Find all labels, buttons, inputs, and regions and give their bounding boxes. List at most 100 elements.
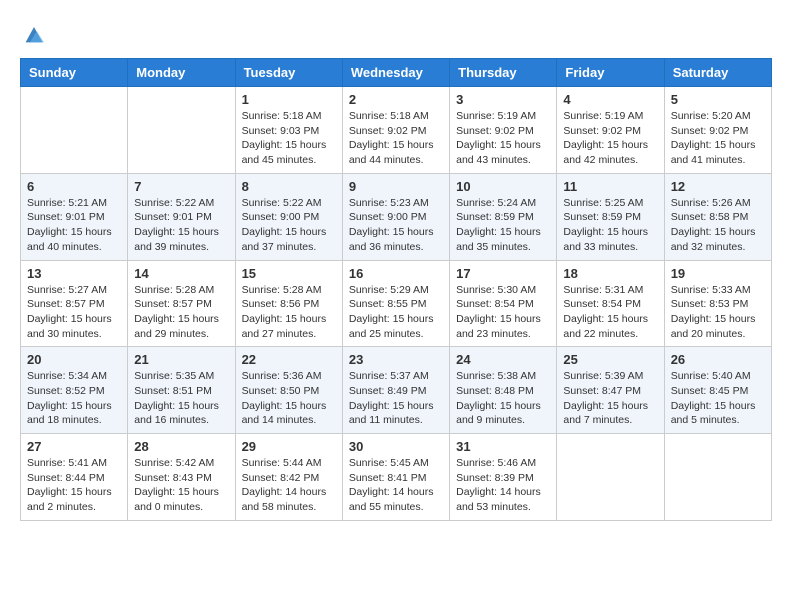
calendar-week-2: 6Sunrise: 5:21 AMSunset: 9:01 PMDaylight… — [21, 173, 772, 260]
day-number: 31 — [456, 439, 550, 454]
page-header — [20, 20, 772, 48]
day-info: Sunrise: 5:25 AMSunset: 8:59 PMDaylight:… — [563, 196, 657, 255]
day-info: Sunrise: 5:44 AMSunset: 8:42 PMDaylight:… — [242, 456, 336, 515]
day-number: 26 — [671, 352, 765, 367]
day-number: 16 — [349, 266, 443, 281]
day-info: Sunrise: 5:28 AMSunset: 8:57 PMDaylight:… — [134, 283, 228, 342]
calendar-cell: 17 Sunrise: 5:30 AMSunset: 8:54 PMDayligh… — [450, 260, 557, 347]
day-info: Sunrise: 5:36 AMSunset: 8:50 PMDaylight:… — [242, 369, 336, 428]
calendar-header-row: SundayMondayTuesdayWednesdayThursdayFrid… — [21, 59, 772, 87]
day-number: 5 — [671, 92, 765, 107]
day-number: 22 — [242, 352, 336, 367]
calendar-cell: 19 Sunrise: 5:33 AMSunset: 8:53 PMDayligh… — [664, 260, 771, 347]
calendar-cell: 25 Sunrise: 5:39 AMSunset: 8:47 PMDayligh… — [557, 347, 664, 434]
day-info: Sunrise: 5:26 AMSunset: 8:58 PMDaylight:… — [671, 196, 765, 255]
day-header-friday: Friday — [557, 59, 664, 87]
day-number: 3 — [456, 92, 550, 107]
calendar-cell: 21 Sunrise: 5:35 AMSunset: 8:51 PMDayligh… — [128, 347, 235, 434]
day-info: Sunrise: 5:38 AMSunset: 8:48 PMDaylight:… — [456, 369, 550, 428]
calendar-cell — [128, 87, 235, 174]
calendar-cell: 6Sunrise: 5:21 AMSunset: 9:01 PMDaylight… — [21, 173, 128, 260]
day-number: 17 — [456, 266, 550, 281]
day-number: 11 — [563, 179, 657, 194]
day-number: 12 — [671, 179, 765, 194]
day-number: 30 — [349, 439, 443, 454]
day-info: Sunrise: 5:35 AMSunset: 8:51 PMDaylight:… — [134, 369, 228, 428]
day-header-tuesday: Tuesday — [235, 59, 342, 87]
day-info: Sunrise: 5:29 AMSunset: 8:55 PMDaylight:… — [349, 283, 443, 342]
calendar-cell: 10 Sunrise: 5:24 AMSunset: 8:59 PMDayligh… — [450, 173, 557, 260]
day-info: Sunrise: 5:27 AMSunset: 8:57 PMDaylight:… — [27, 283, 121, 342]
day-info: Sunrise: 5:46 AMSunset: 8:39 PMDaylight:… — [456, 456, 550, 515]
calendar-week-5: 27 Sunrise: 5:41 AMSunset: 8:44 PMDayligh… — [21, 434, 772, 521]
day-number: 24 — [456, 352, 550, 367]
day-info: Sunrise: 5:34 AMSunset: 8:52 PMDaylight:… — [27, 369, 121, 428]
calendar-week-3: 13 Sunrise: 5:27 AMSunset: 8:57 PMDayligh… — [21, 260, 772, 347]
day-info: Sunrise: 5:19 AMSunset: 9:02 PMDaylight:… — [563, 109, 657, 168]
calendar-cell: 2 Sunrise: 5:18 AMSunset: 9:02 PMDaylight… — [342, 87, 449, 174]
calendar-cell: 15 Sunrise: 5:28 AMSunset: 8:56 PMDayligh… — [235, 260, 342, 347]
logo — [20, 20, 52, 48]
calendar-cell: 9 Sunrise: 5:23 AMSunset: 9:00 PMDaylight… — [342, 173, 449, 260]
day-header-monday: Monday — [128, 59, 235, 87]
day-number: 1 — [242, 92, 336, 107]
calendar: SundayMondayTuesdayWednesdayThursdayFrid… — [20, 58, 772, 521]
calendar-cell: 5Sunrise: 5:20 AMSunset: 9:02 PMDaylight… — [664, 87, 771, 174]
calendar-cell: 4 Sunrise: 5:19 AMSunset: 9:02 PMDaylight… — [557, 87, 664, 174]
day-info: Sunrise: 5:28 AMSunset: 8:56 PMDaylight:… — [242, 283, 336, 342]
day-info: Sunrise: 5:31 AMSunset: 8:54 PMDaylight:… — [563, 283, 657, 342]
calendar-cell: 20 Sunrise: 5:34 AMSunset: 8:52 PMDayligh… — [21, 347, 128, 434]
calendar-cell: 24 Sunrise: 5:38 AMSunset: 8:48 PMDayligh… — [450, 347, 557, 434]
day-info: Sunrise: 5:30 AMSunset: 8:54 PMDaylight:… — [456, 283, 550, 342]
day-info: Sunrise: 5:42 AMSunset: 8:43 PMDaylight:… — [134, 456, 228, 515]
day-info: Sunrise: 5:23 AMSunset: 9:00 PMDaylight:… — [349, 196, 443, 255]
calendar-cell: 23Sunrise: 5:37 AMSunset: 8:49 PMDayligh… — [342, 347, 449, 434]
calendar-cell: 12 Sunrise: 5:26 AMSunset: 8:58 PMDayligh… — [664, 173, 771, 260]
day-info: Sunrise: 5:41 AMSunset: 8:44 PMDaylight:… — [27, 456, 121, 515]
day-info: Sunrise: 5:22 AMSunset: 9:01 PMDaylight:… — [134, 196, 228, 255]
day-info: Sunrise: 5:40 AMSunset: 8:45 PMDaylight:… — [671, 369, 765, 428]
calendar-cell: 29 Sunrise: 5:44 AMSunset: 8:42 PMDayligh… — [235, 434, 342, 521]
day-number: 18 — [563, 266, 657, 281]
day-number: 13 — [27, 266, 121, 281]
calendar-cell: 22 Sunrise: 5:36 AMSunset: 8:50 PMDayligh… — [235, 347, 342, 434]
day-number: 27 — [27, 439, 121, 454]
calendar-cell: 7Sunrise: 5:22 AMSunset: 9:01 PMDaylight… — [128, 173, 235, 260]
day-number: 21 — [134, 352, 228, 367]
day-number: 4 — [563, 92, 657, 107]
logo-icon — [20, 20, 48, 48]
day-number: 10 — [456, 179, 550, 194]
day-info: Sunrise: 5:45 AMSunset: 8:41 PMDaylight:… — [349, 456, 443, 515]
day-number: 28 — [134, 439, 228, 454]
calendar-cell — [557, 434, 664, 521]
day-header-sunday: Sunday — [21, 59, 128, 87]
calendar-cell: 14 Sunrise: 5:28 AMSunset: 8:57 PMDayligh… — [128, 260, 235, 347]
day-info: Sunrise: 5:22 AMSunset: 9:00 PMDaylight:… — [242, 196, 336, 255]
day-info: Sunrise: 5:24 AMSunset: 8:59 PMDaylight:… — [456, 196, 550, 255]
day-info: Sunrise: 5:19 AMSunset: 9:02 PMDaylight:… — [456, 109, 550, 168]
day-number: 23 — [349, 352, 443, 367]
calendar-cell: 11 Sunrise: 5:25 AMSunset: 8:59 PMDayligh… — [557, 173, 664, 260]
calendar-cell: 31 Sunrise: 5:46 AMSunset: 8:39 PMDayligh… — [450, 434, 557, 521]
day-number: 15 — [242, 266, 336, 281]
day-number: 14 — [134, 266, 228, 281]
day-number: 2 — [349, 92, 443, 107]
calendar-cell: 1 Sunrise: 5:18 AMSunset: 9:03 PMDaylight… — [235, 87, 342, 174]
day-info: Sunrise: 5:18 AMSunset: 9:03 PMDaylight:… — [242, 109, 336, 168]
day-info: Sunrise: 5:33 AMSunset: 8:53 PMDaylight:… — [671, 283, 765, 342]
day-info: Sunrise: 5:39 AMSunset: 8:47 PMDaylight:… — [563, 369, 657, 428]
day-number: 20 — [27, 352, 121, 367]
calendar-cell: 13 Sunrise: 5:27 AMSunset: 8:57 PMDayligh… — [21, 260, 128, 347]
day-number: 8 — [242, 179, 336, 194]
day-info: Sunrise: 5:18 AMSunset: 9:02 PMDaylight:… — [349, 109, 443, 168]
day-header-wednesday: Wednesday — [342, 59, 449, 87]
calendar-week-1: 1 Sunrise: 5:18 AMSunset: 9:03 PMDaylight… — [21, 87, 772, 174]
calendar-cell — [21, 87, 128, 174]
day-number: 25 — [563, 352, 657, 367]
day-info: Sunrise: 5:21 AMSunset: 9:01 PMDaylight:… — [27, 196, 121, 255]
calendar-cell: 30 Sunrise: 5:45 AMSunset: 8:41 PMDayligh… — [342, 434, 449, 521]
calendar-cell: 18 Sunrise: 5:31 AMSunset: 8:54 PMDayligh… — [557, 260, 664, 347]
day-number: 29 — [242, 439, 336, 454]
day-number: 9 — [349, 179, 443, 194]
day-number: 19 — [671, 266, 765, 281]
